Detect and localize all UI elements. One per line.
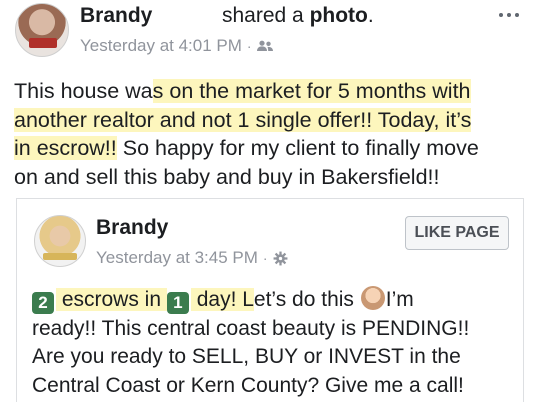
post-timestamp[interactable]: Yesterday at 4:01 PM [80,36,242,56]
post-meta: Yesterday at 4:01 PM · [80,36,273,56]
shared-post-text: 2 escrows in 1 day! Let’s do this I’m re… [32,286,470,397]
gear-icon [273,251,288,265]
shared-author-name[interactable]: Brandy [96,216,168,240]
more-options-button[interactable] [492,6,526,24]
feed-post: Brandy shared a photo. Yesterday at 4:01… [0,0,540,402]
meta-separator: · [262,250,268,266]
post-action-text: shared a photo. [222,4,374,27]
ellipsis-icon [499,13,503,17]
shared-author-avatar[interactable] [34,215,86,267]
like-page-button[interactable]: LIKE PAGE [405,216,509,250]
post-body: This house was on the market for 5 month… [14,79,479,189]
photo-link[interactable]: photo [310,4,368,27]
author-avatar[interactable] [15,3,69,57]
shared-post-meta: Yesterday at 3:45 PM · [96,248,288,268]
keycap-1-icon: 1 [166,292,189,314]
shared-post-card[interactable]: Brandy Yesterday at 3:45 PM · LIKE PAGE … [16,198,524,402]
post-author-name[interactable]: Brandy [80,4,152,28]
friends-icon[interactable] [256,40,273,52]
meta-separator: · [246,38,252,54]
shared-post-timestamp[interactable]: Yesterday at 3:45 PM [96,248,258,268]
keycap-2-icon: 2 [32,292,54,314]
woman-tipping-hand-icon [360,286,385,310]
